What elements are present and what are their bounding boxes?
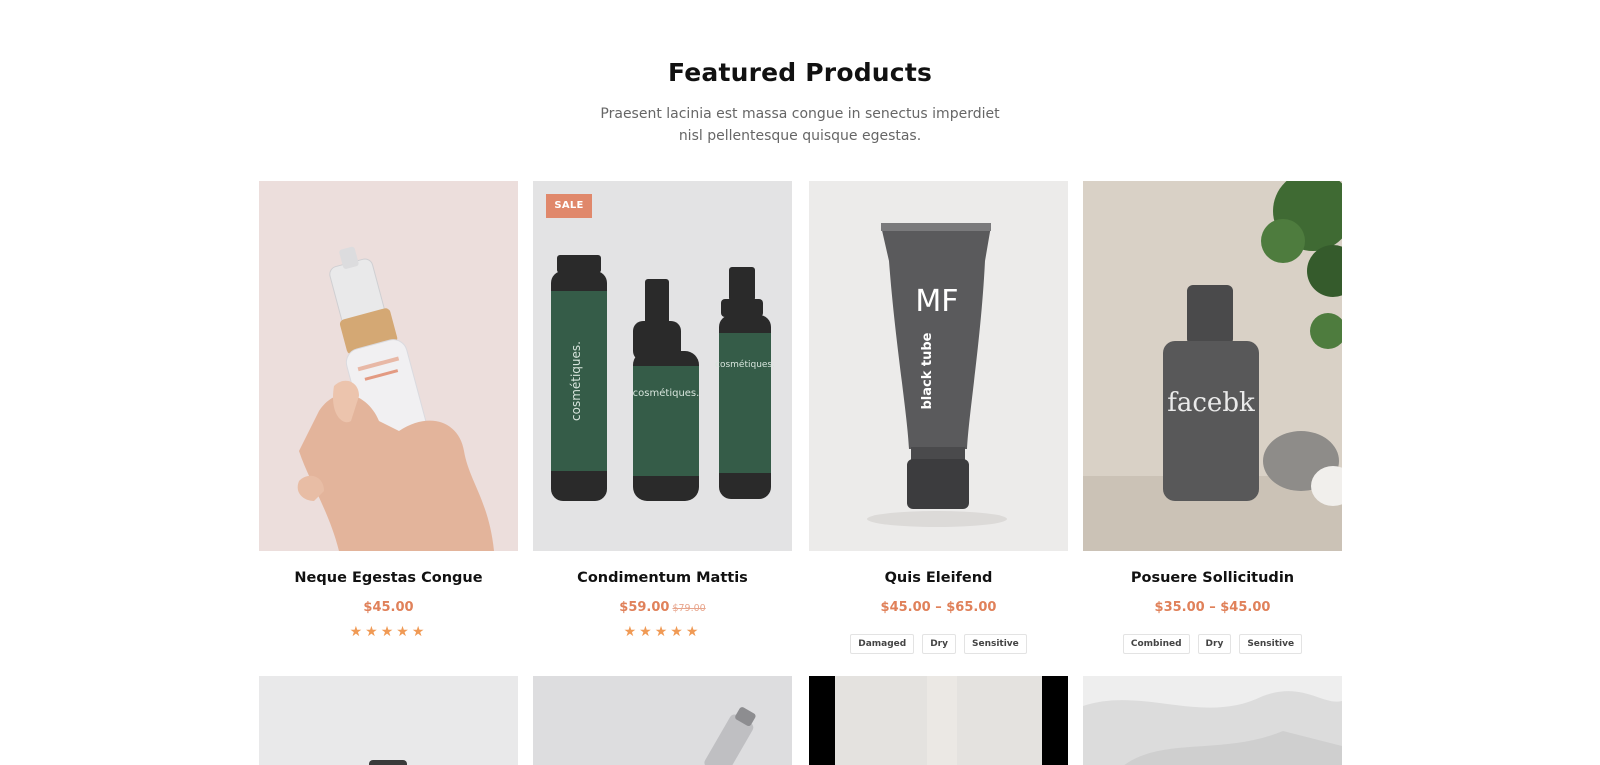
price-old: $79.00 — [672, 603, 706, 614]
tag-dry[interactable]: Dry — [922, 634, 956, 654]
product-photo-partial — [809, 676, 1068, 765]
tag-sensitive[interactable]: Sensitive — [963, 634, 1027, 654]
tag-dry[interactable]: Dry — [1197, 634, 1232, 654]
tag-sensitive[interactable]: Sensitive — [1239, 634, 1303, 654]
price-current: $35.00 – $45.00 — [1154, 600, 1271, 615]
sale-badge: SALE — [546, 194, 592, 218]
product-image[interactable] — [533, 676, 792, 765]
product-name[interactable]: Neque Egestas Congue — [259, 570, 518, 586]
tag-damaged[interactable]: Damaged — [850, 634, 915, 654]
product-price: $59.00 $79.00 — [533, 600, 792, 615]
price-current: $45.00 – $65.00 — [880, 600, 997, 615]
product-price: $35.00 – $45.00 — [1083, 600, 1342, 615]
product-photo-partial — [1083, 676, 1342, 765]
serum-bottle-in-hand-image — [259, 181, 518, 551]
tag-combined[interactable]: Combined — [1122, 634, 1190, 654]
product-tags: Combined Dry Sensitive — [1083, 631, 1342, 654]
section-subtitle: Praesent lacinia est massa congue in sen… — [600, 106, 1000, 144]
product-name[interactable]: Condimentum Mattis — [533, 570, 792, 586]
product-image[interactable]: facebk — [1083, 181, 1342, 551]
product-image[interactable]: MF black tube — [809, 181, 1068, 551]
product-photo-partial — [259, 676, 518, 765]
star-rating: ★★★★★ — [349, 624, 428, 640]
black-tube-image: MF black tube — [809, 181, 1068, 551]
section-title: Featured Products — [667, 58, 933, 87]
product-name[interactable]: Quis Eleifend — [809, 570, 1068, 586]
product-price: $45.00 – $65.00 — [809, 600, 1068, 615]
price-current: $45.00 — [363, 600, 414, 615]
product-price: $45.00 — [259, 600, 518, 615]
cosmetics-bottles-image: cosmétiques. cosmétiques. cosmétiques. — [533, 181, 792, 551]
product-image[interactable] — [1083, 676, 1342, 765]
product-tags: Damaged Dry Sensitive — [809, 631, 1068, 654]
product-image[interactable] — [259, 676, 518, 765]
perfume-bottle-image: facebk — [1083, 181, 1342, 551]
brand-text-label: cosmétiques. — [715, 359, 775, 370]
product-name[interactable]: Posuere Sollicitudin — [1083, 570, 1342, 586]
brand-text-label: cosmétiques. — [633, 387, 700, 399]
product-image[interactable] — [259, 181, 518, 551]
product-image[interactable]: cosmétiques. cosmétiques. cosmétiques. — [533, 181, 792, 551]
product-photo-partial — [533, 676, 792, 765]
price-current: $59.00 — [619, 600, 670, 615]
brand-text-label: black tube — [920, 332, 935, 409]
product-image[interactable] — [809, 676, 1068, 765]
brand-text-label: facebk — [1167, 388, 1255, 418]
star-rating: ★★★★★ — [623, 624, 702, 640]
brand-logo-label: MF — [915, 284, 958, 319]
brand-text-label: cosmétiques. — [569, 341, 583, 421]
